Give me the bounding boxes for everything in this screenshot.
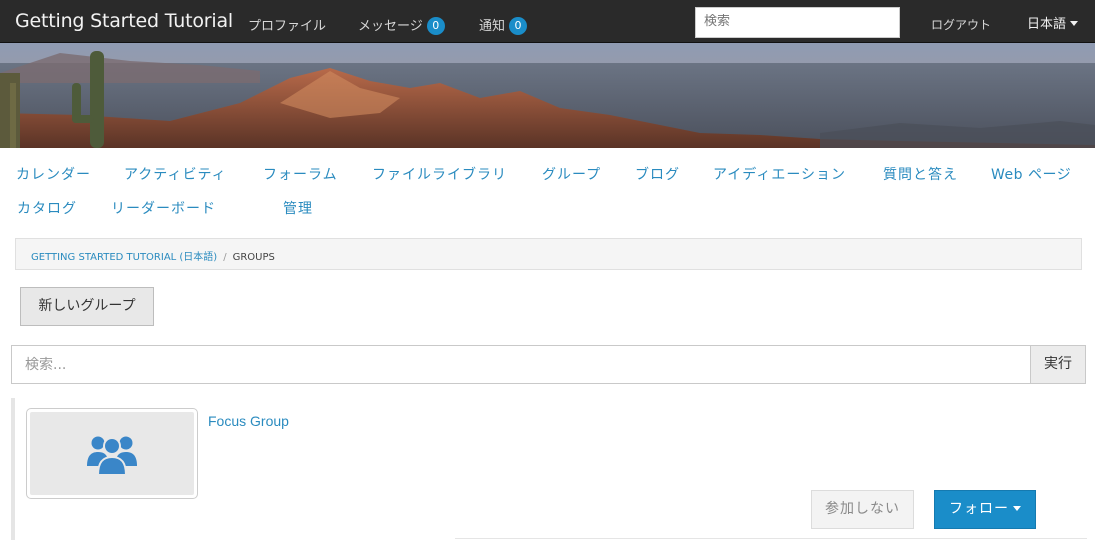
menu-ideation[interactable]: アイディエーション [713,164,846,184]
menu-calendar[interactable]: カレンダー [16,164,91,184]
messages-count-badge: 0 [426,17,445,35]
breadcrumb: GETTING STARTED TUTORIAL (日本語) / GROUPS [15,238,1082,270]
new-group-button[interactable]: 新しいグループ [20,287,154,326]
menu-groups[interactable]: グループ [542,164,601,184]
menu-catalog[interactable]: カタログ [17,198,77,218]
global-search-box [695,7,900,38]
search-submit-button[interactable]: 実行 [1030,345,1086,384]
header-banner-image [0,43,1095,148]
breadcrumb-root-link[interactable]: GETTING STARTED TUTORIAL (日本語) [31,252,217,263]
menu-leaderboard[interactable]: リーダーボード [111,198,216,218]
global-search-input[interactable] [704,14,891,29]
menu-web-pages[interactable]: Web ページ [991,164,1071,184]
card-divider [455,538,1087,539]
group-title-link[interactable]: Focus Group [208,413,289,429]
breadcrumb-current: GROUPS [232,252,275,263]
menu-qa[interactable]: 質問と答え [883,164,958,184]
top-navbar: Getting Started Tutorial プロファイル メッセージ 0 通… [0,0,1095,43]
notifications-count-badge: 0 [509,17,528,35]
menu-activity[interactable]: アクティビティ [124,164,227,184]
group-search-input[interactable] [25,346,1017,383]
menu-admin[interactable]: 管理 [283,198,313,218]
group-thumbnail[interactable] [26,408,198,499]
chevron-down-icon [1070,21,1079,26]
nav-profile[interactable]: プロファイル [248,15,326,34]
follow-dropdown-button[interactable]: フォロー [934,490,1036,529]
group-thumbnail-inner [30,412,194,495]
language-label: 日本語 [1027,17,1067,32]
group-card-rail [11,398,15,540]
nav-notifications-label: 通知 [479,19,506,34]
nav-notifications[interactable]: 通知 0 [479,15,528,35]
nav-logout[interactable]: ログアウト [931,16,991,33]
nav-messages-label: メッセージ [358,19,423,34]
landscape-illustration [0,43,1095,148]
menu-forums[interactable]: フォーラム [263,164,338,184]
nav-messages[interactable]: メッセージ 0 [358,15,445,35]
menu-file-library[interactable]: ファイルライブラリ [372,164,507,184]
follow-label: フォロー [949,501,1009,517]
language-dropdown[interactable]: 日本語 [1027,13,1079,32]
breadcrumb-separator: / [223,252,227,263]
unjoin-group-button[interactable]: 参加しない [811,490,914,529]
menu-blog[interactable]: ブログ [635,164,680,184]
group-search-box [11,345,1031,384]
site-brand[interactable]: Getting Started Tutorial [15,10,233,32]
chevron-down-icon [1013,506,1021,511]
users-icon [87,436,137,476]
